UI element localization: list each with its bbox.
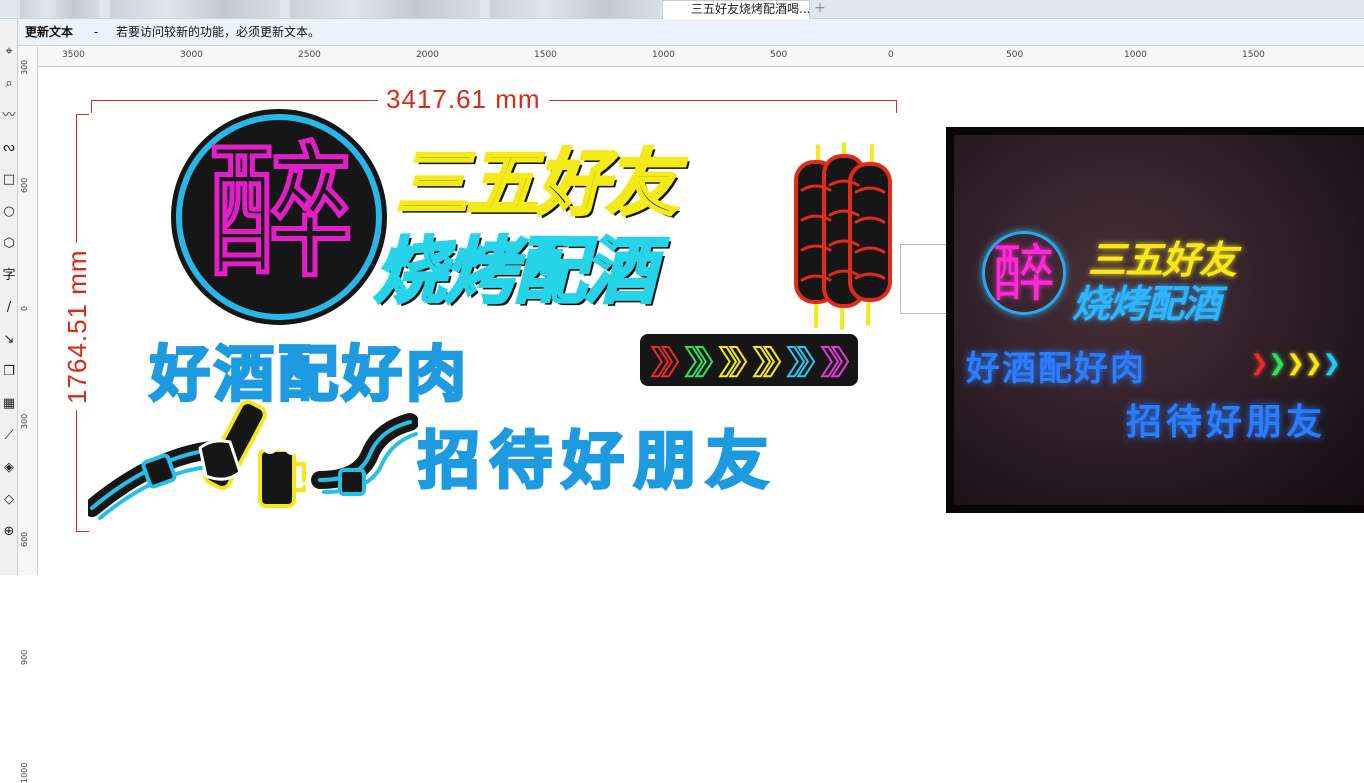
photo-neon-arrows: ❯ ❯ ❯ ❯ ❯	[1250, 351, 1341, 376]
ruler-tick-label: 1500	[1242, 50, 1265, 60]
neon-arrow-icon: ❯❯	[681, 336, 717, 384]
tab-active-document[interactable]: 三五好友烧烤配酒喝...	[662, 0, 810, 19]
neon-arrow-icon: ❯❯	[715, 336, 751, 384]
zoom-tool-icon[interactable]: ⌕	[0, 73, 18, 95]
toolbox: ⌖ ⌕ 〰 ᔓ □ ○ ⬡ 字 / ↘ ❐ ▦ ⟋ ◈ ◇ ⊕	[0, 19, 18, 575]
ruler-tick-label: 3500	[62, 50, 85, 60]
beer-cheers-icon	[88, 399, 418, 520]
drunk-character: 醉	[206, 126, 357, 301]
photo-arrow-icon: ❯	[1268, 351, 1287, 376]
update-info-bar: 更新文本 - 若要访问较新的功能，必须更新文本。	[18, 19, 1364, 46]
photo-wall-background: 醉 三五好友 烧烤配酒 好酒配好肉 ❯ ❯ ❯ ❯ ❯ 招待好朋友	[954, 135, 1364, 505]
text-tool-icon[interactable]: 字	[0, 265, 18, 287]
ruler-tick-label: 1000	[1124, 50, 1147, 60]
info-bar-separator: -	[93, 25, 99, 39]
ellipse-tool-icon[interactable]: ○	[0, 201, 18, 223]
photo-arrow-icon: ❯	[1286, 351, 1305, 376]
ruler-tick-label: 2000	[416, 50, 439, 60]
pick-tool-icon[interactable]: ⌖	[0, 41, 18, 63]
ruler-tick-label: 500	[770, 50, 788, 60]
blurred-tab[interactable]	[110, 0, 280, 18]
ruler-tick-label: 500	[1006, 50, 1024, 60]
ruler-tick-label: 1000	[20, 762, 29, 783]
bbq-skewer-icon	[794, 142, 892, 330]
ruler-tick-label: 1500	[534, 50, 557, 60]
shadow-tool-icon[interactable]: ❐	[0, 361, 18, 383]
photo-line-hospitality: 招待好朋友	[1126, 402, 1327, 443]
sign-line-hospitality: 招待好朋友	[416, 423, 779, 499]
neon-arrow-icon: ❯❯	[783, 336, 819, 384]
ruler-tick-label: 1000	[652, 50, 675, 60]
document-tab-bar: 三五好友烧烤配酒喝... +	[0, 0, 1364, 19]
neon-arrow-icon: ❯❯	[647, 336, 683, 384]
selection-handle-box[interactable]	[900, 244, 946, 314]
ruler-tick-label: 2500	[298, 50, 321, 60]
neon-sign-artwork[interactable]: 醉 三五好友 烧烤配酒 好酒配好肉 ❯❯ ❯❯ ❯❯ ❯❯ ❯❯ ❯❯ 招待好朋…	[88, 110, 900, 530]
polygon-tool-icon[interactable]: ⬡	[0, 233, 18, 255]
ruler-tick-label: 900	[20, 649, 29, 665]
eyedropper-tool-icon[interactable]: ⟋	[0, 425, 18, 447]
photo-line-good-wine: 好酒配好肉	[966, 349, 1146, 389]
rectangle-tool-icon[interactable]: □	[0, 169, 18, 191]
photo-arrow-icon: ❯	[1322, 351, 1341, 376]
bezier-tool-icon[interactable]: ᔓ	[0, 137, 18, 159]
photo-arrow-icon: ❯	[1304, 351, 1323, 376]
add-tool-icon[interactable]: ⊕	[0, 521, 18, 543]
reference-photo[interactable]: 醉 三五好友 烧烤配酒 好酒配好肉 ❯ ❯ ❯ ❯ ❯ 招待好朋友	[946, 127, 1364, 513]
line-tool-icon[interactable]: /	[0, 297, 18, 319]
fill-tool-icon[interactable]: ◈	[0, 457, 18, 479]
neon-arrow-icon: ❯❯	[817, 336, 853, 384]
ruler-tick-label: 300	[20, 59, 29, 75]
connector-tool-icon[interactable]: ↘	[0, 329, 18, 351]
info-bar-message: 若要访问较新的功能，必须更新文本。	[116, 25, 321, 39]
ruler-tick-label: 600	[20, 531, 29, 547]
add-tab-button[interactable]: +	[812, 1, 828, 17]
horizontal-ruler[interactable]: 3500 3000 2500 2000 1500 1000 500 0 500 1000 1500	[38, 47, 1364, 67]
ruler-tick-label: 0	[20, 305, 29, 311]
transparency-tool-icon[interactable]: ▦	[0, 393, 18, 415]
neon-arrow-icon: ❯❯	[749, 336, 785, 384]
blurred-tab[interactable]	[290, 0, 480, 18]
sign-line-bbq: 烧烤配酒	[372, 228, 657, 315]
ruler-tick-label: 0	[888, 50, 894, 60]
freehand-tool-icon[interactable]: 〰	[0, 105, 18, 127]
photo-drunk-badge: 醉	[982, 231, 1066, 315]
vertical-ruler[interactable]: 300 600 0 300 600 900 1000	[18, 47, 38, 783]
info-bar-title[interactable]: 更新文本	[18, 25, 73, 39]
ruler-tick-label: 3000	[180, 50, 203, 60]
photo-line-bbq: 烧烤配酒	[1072, 282, 1221, 326]
outline-tool-icon[interactable]: ◇	[0, 489, 18, 511]
photo-arrow-icon: ❯	[1250, 351, 1269, 376]
blurred-tab[interactable]	[20, 0, 100, 18]
ruler-tick-label: 300	[20, 413, 29, 429]
ruler-tick-label: 600	[20, 177, 29, 193]
blurred-tab[interactable]	[490, 0, 660, 18]
neon-arrows: ❯❯ ❯❯ ❯❯ ❯❯ ❯❯ ❯❯	[640, 334, 858, 386]
